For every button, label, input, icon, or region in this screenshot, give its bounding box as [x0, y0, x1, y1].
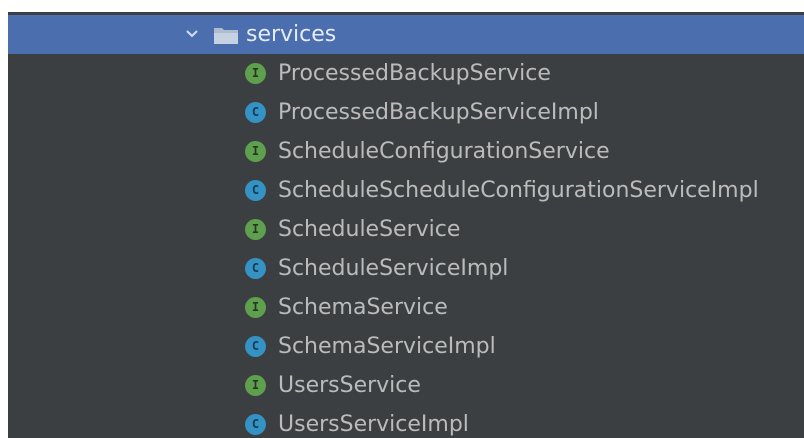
class-icon: C	[245, 414, 266, 435]
interface-icon: I	[245, 297, 266, 318]
tree-item-row[interactable]: C ScheduleScheduleConfigurationServiceImp…	[8, 171, 804, 210]
tree-item-label: ProcessedBackupServiceImpl	[278, 100, 599, 125]
folder-icon	[213, 25, 239, 45]
tree-item-row[interactable]: C ScheduleServiceImpl	[8, 249, 804, 288]
tree-item-row[interactable]: I ProcessedBackupService	[8, 54, 804, 93]
class-icon: C	[245, 180, 266, 201]
tree-item-label: UsersServiceImpl	[278, 412, 469, 437]
tree-item-label: ScheduleServiceImpl	[278, 256, 509, 281]
interface-icon: I	[245, 219, 266, 240]
tree-item-row[interactable]: C UsersServiceImpl	[8, 405, 804, 438]
tree-item-row[interactable]: I ScheduleConfigurationService	[8, 132, 804, 171]
class-icon: C	[245, 336, 266, 357]
tree-item-label: ScheduleService	[278, 217, 461, 242]
folder-label: services	[246, 22, 337, 47]
tree-item-label: ProcessedBackupService	[278, 61, 551, 86]
class-icon: C	[245, 102, 266, 123]
screenshot-frame: services I ProcessedBackupService C Process…	[0, 0, 804, 438]
tree-item-row[interactable]: C ProcessedBackupServiceImpl	[8, 93, 804, 132]
interface-icon: I	[245, 63, 266, 84]
tree-folder-row-services[interactable]: services	[8, 15, 804, 54]
class-icon: C	[245, 258, 266, 279]
tree-item-label: SchemaServiceImpl	[278, 334, 496, 359]
tree-item-row[interactable]: C SchemaServiceImpl	[8, 327, 804, 366]
interface-icon: I	[245, 141, 266, 162]
chevron-down-icon[interactable]	[181, 23, 203, 45]
interface-icon: I	[245, 375, 266, 396]
tree-item-label: UsersService	[278, 373, 421, 398]
project-tree-panel: services I ProcessedBackupService C Process…	[8, 12, 804, 438]
tree-item-row[interactable]: I SchemaService	[8, 288, 804, 327]
tree-item-label: ScheduleScheduleConfigurationServiceImpl	[278, 178, 759, 203]
tree-item-label: ScheduleConfigurationService	[278, 139, 610, 164]
tree-item-row[interactable]: I ScheduleService	[8, 210, 804, 249]
tree-item-row[interactable]: I UsersService	[8, 366, 804, 405]
tree-item-label: SchemaService	[278, 295, 448, 320]
